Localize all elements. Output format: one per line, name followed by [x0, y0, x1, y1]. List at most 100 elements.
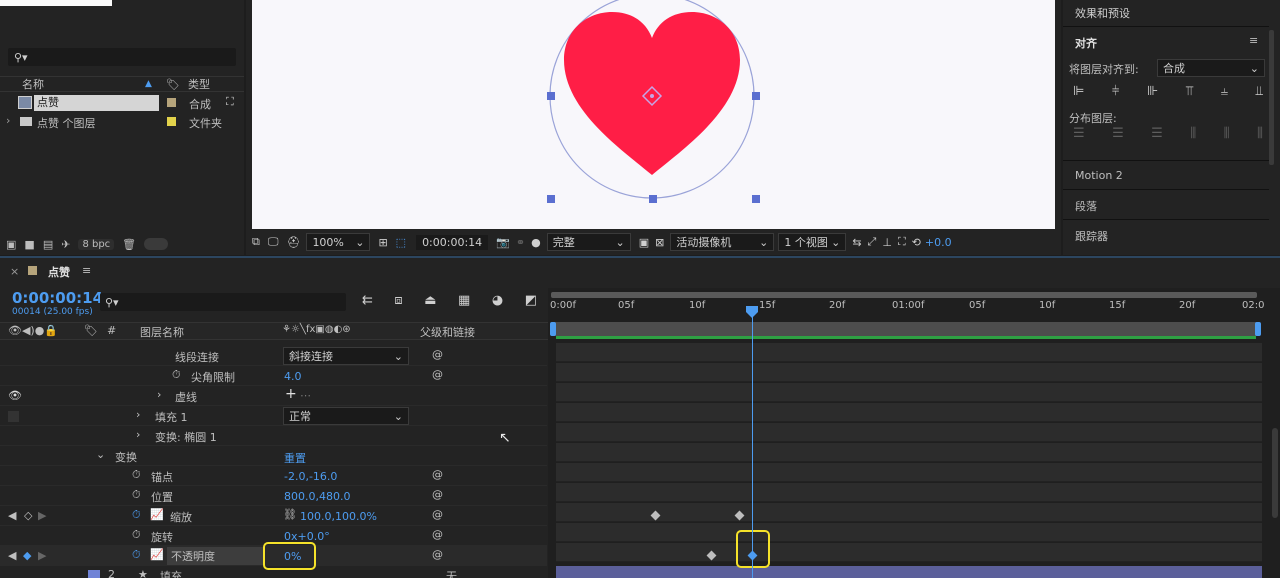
timeline-row[interactable] — [556, 363, 1262, 382]
pick-whip-icon[interactable]: @ — [432, 468, 443, 481]
toggle-switch[interactable] — [144, 238, 169, 250]
tracker-panel-tab[interactable]: 跟踪器 — [1075, 228, 1108, 244]
effects-presets-header[interactable]: 效果和预设 — [1075, 5, 1130, 21]
anchor-point-value[interactable]: -2.0,-16.0 — [284, 470, 337, 483]
property-row[interactable]: ⏱ 尖角限制 4.0 @ — [0, 366, 547, 386]
parent-select[interactable]: 无 — [446, 568, 457, 578]
graph-icon[interactable]: 📈 — [150, 508, 164, 521]
handle-bottom-left[interactable] — [547, 195, 555, 203]
line-join-select[interactable]: 斜接连接 ⌄ — [283, 347, 409, 365]
keyframe-active-icon[interactable]: ◆ — [23, 549, 31, 562]
trash-icon[interactable]: 🗑 — [122, 238, 136, 251]
pick-whip-icon[interactable]: @ — [432, 368, 443, 381]
timeline-area[interactable]: 0:00f 05f 10f 15f 20f 01:00f 05f 10f 15f… — [548, 288, 1280, 578]
add-dash-button[interactable]: + — [285, 386, 297, 402]
label-tag-icon[interactable]: 🏷 — [166, 78, 180, 91]
timeline-icon[interactable]: ⊥ — [882, 236, 892, 249]
align-to-select[interactable]: 合成 ⌄ — [1157, 59, 1265, 77]
project-item-name[interactable]: 点赞 — [34, 95, 159, 111]
motion2-panel-tab[interactable]: Motion 2 — [1075, 169, 1123, 182]
interpret-footage-icon[interactable]: ▣ — [6, 238, 16, 251]
blend-mode-select[interactable]: 正常 ⌄ — [283, 407, 409, 425]
timeline-row[interactable] — [556, 403, 1262, 422]
distribute-bottom-icon[interactable]: ☰ — [1151, 126, 1163, 141]
align-bottom-icon[interactable]: ⫫ — [1256, 84, 1263, 99]
layer-name-column[interactable]: 图层名称 — [140, 324, 184, 340]
pin-icon[interactable]: ✈ — [61, 238, 70, 251]
timeline-row[interactable] — [556, 423, 1262, 442]
frame-blend-icon[interactable]: ▦ — [458, 293, 470, 308]
draft-3d-icon[interactable]: ⧈ — [394, 293, 402, 308]
composition-viewer[interactable]: ⧉ 🖵 ⛑ 100% ⌄ ⊞ ⬚ 0:00:00:14 📷 ⚭ ● 完整 ⌄ ▣ ⊠… — [246, 0, 1061, 255]
motion-blur-icon[interactable]: ◕ — [492, 293, 503, 308]
av-switch-icons[interactable]: 👁◀)●🔒 — [8, 324, 58, 337]
target-region-icon[interactable]: ▣ — [639, 236, 649, 249]
chevron-right-icon[interactable]: › — [157, 388, 161, 401]
property-row[interactable]: ⏱ 位置 800.0,480.0 @ — [0, 486, 547, 506]
miter-limit-value[interactable]: 4.0 — [284, 370, 302, 383]
switches-column-icons[interactable]: ⚘☼╲fx▣◍◐⊛ — [282, 324, 351, 335]
stopwatch-icon[interactable]: ⏱ — [172, 368, 181, 382]
region-icon[interactable]: ⬚ — [396, 236, 406, 249]
show-snapshot-icon[interactable]: ⚭ — [516, 236, 525, 249]
zoom-handle-right[interactable] — [1255, 322, 1261, 336]
handle-bottom-right[interactable] — [752, 195, 760, 203]
property-row[interactable]: 👁 › 虚线 + ⋯ — [0, 386, 547, 406]
paragraph-panel-tab[interactable]: 段落 — [1075, 198, 1097, 214]
layer-name[interactable]: 填充 — [160, 568, 182, 578]
timeline-row[interactable] — [556, 543, 1262, 562]
flowchart-icon[interactable]: ⛶ — [898, 235, 906, 249]
graph-icon[interactable]: 📈 — [150, 548, 164, 561]
always-preview-icon[interactable]: ⧉ — [252, 235, 260, 249]
new-comp-icon[interactable]: ▤ — [43, 238, 53, 251]
handle-right[interactable] — [752, 92, 760, 100]
align-panel-title[interactable]: 对齐 — [1075, 35, 1097, 51]
project-item-name[interactable]: 点赞 个图层 — [37, 115, 96, 131]
next-keyframe-icon[interactable]: ▶ — [38, 549, 46, 562]
property-row[interactable]: ⌄ 变换 重置 — [0, 446, 547, 466]
timeline-search-input[interactable]: ⚲▾ — [100, 293, 346, 311]
new-folder-icon[interactable]: ■ — [24, 238, 34, 251]
project-search-input[interactable]: ⚲▾ — [8, 48, 236, 66]
safe-zones-icon[interactable]: ⊞ — [378, 236, 387, 249]
transparency-grid-icon[interactable]: ⊠ — [655, 236, 664, 249]
parent-column[interactable]: 父级和链接 — [420, 324, 475, 340]
current-timecode[interactable]: 0:00:00:14 — [12, 289, 103, 307]
distribute-left-icon[interactable]: ⫼ — [1190, 126, 1196, 141]
heart-shape[interactable] — [564, 12, 740, 175]
align-left-icon[interactable]: ⊫ — [1073, 84, 1084, 99]
vertical-scrollbar[interactable] — [1272, 428, 1278, 518]
channel-icon[interactable]: ● — [531, 236, 541, 249]
chevron-right-icon[interactable]: › — [136, 428, 140, 441]
property-row[interactable]: ⏱ 锚点 -2.0,-16.0 @ — [0, 466, 547, 486]
label-icon[interactable]: 🏷 — [84, 324, 98, 337]
comp-flowchart-icon[interactable]: ⇇ — [362, 293, 373, 308]
scale-value[interactable]: 100.0,100.0% — [300, 510, 377, 523]
work-area-bar[interactable] — [551, 292, 1257, 298]
heart-artwork[interactable] — [252, 0, 1055, 229]
camera-select[interactable]: 活动摄像机 ⌄ — [670, 233, 775, 251]
position-value[interactable]: 800.0,480.0 — [284, 490, 350, 503]
timeline-row[interactable] — [556, 503, 1262, 522]
mask-icon[interactable]: ⛑ — [286, 236, 300, 249]
stopwatch-icon[interactable]: ⏱ — [132, 508, 141, 522]
pick-whip-icon[interactable]: @ — [432, 348, 443, 361]
bpc-label[interactable]: 8 bpc — [78, 238, 115, 250]
timeline-row[interactable] — [556, 343, 1262, 362]
align-vcenter-icon[interactable]: ⫨ — [1221, 84, 1228, 99]
toggle-pixel-icon[interactable]: ⇆ — [852, 236, 861, 249]
opacity-value[interactable]: 0% — [284, 550, 301, 563]
canvas[interactable] — [252, 0, 1055, 229]
timeline-tab-name[interactable]: 点赞 — [48, 264, 70, 280]
panel-menu-icon[interactable]: ≡ — [1249, 34, 1258, 47]
distribute-hcenter-icon[interactable]: ⫼ — [1224, 126, 1230, 141]
layer-bar-purple[interactable] — [556, 566, 1262, 578]
zoom-handle-left[interactable] — [550, 322, 556, 336]
column-header-type[interactable]: 类型 — [188, 76, 210, 92]
camera-snapshot-icon[interactable]: 📷 — [496, 236, 510, 249]
zoom-select[interactable]: 100% ⌄ — [306, 233, 371, 251]
timeline-row[interactable] — [556, 483, 1262, 502]
handle-bottom[interactable] — [649, 195, 657, 203]
chevron-right-icon[interactable]: › — [6, 114, 10, 127]
graph-editor-icon[interactable]: ◩ — [525, 293, 537, 308]
